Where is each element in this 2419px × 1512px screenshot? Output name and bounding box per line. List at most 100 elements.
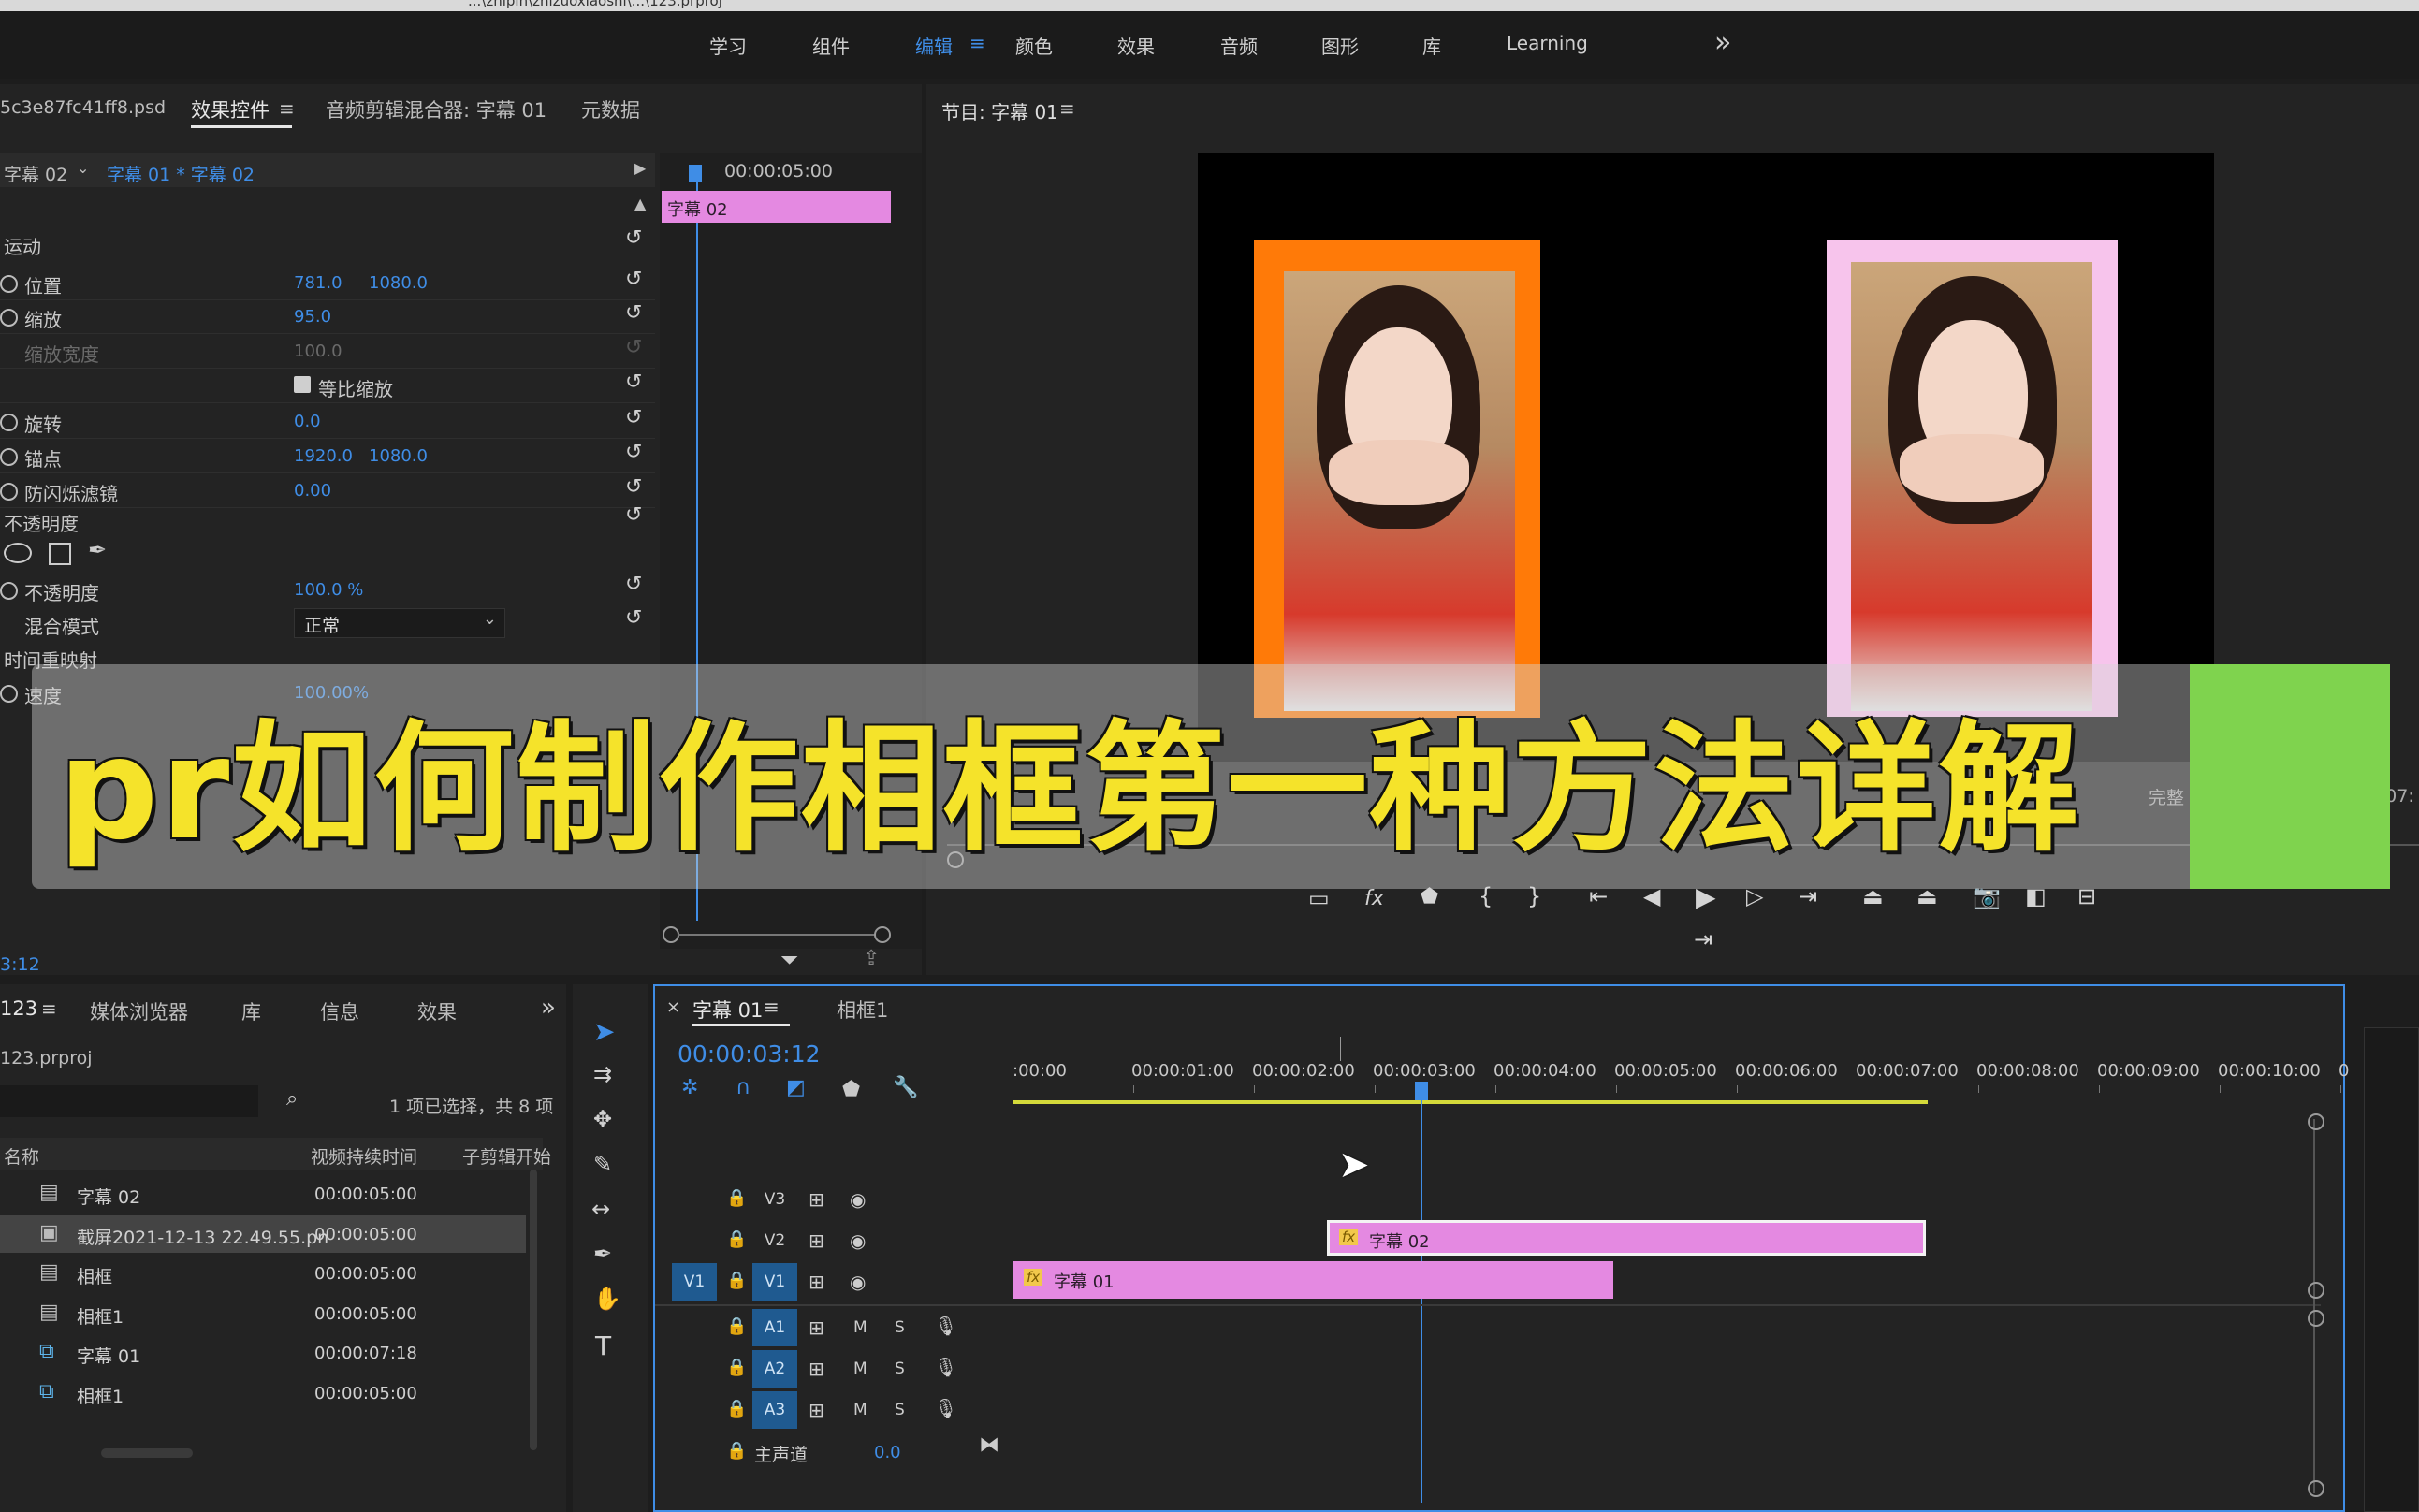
workspace-tab-0[interactable]: 学习 [709, 32, 747, 59]
workspace-tab-7[interactable]: 库 [1422, 32, 1441, 59]
source-file-tab[interactable]: 5c3e87fc41ff8.psd [0, 97, 166, 118]
prop-value-1[interactable]: 781.0 [294, 273, 342, 293]
prop-value-1[interactable]: 1920.0 [294, 446, 353, 466]
list-item[interactable]: ▤ 字幕 02 00:00:05:00 [0, 1175, 526, 1213]
master-end-icon[interactable]: ⧓ [979, 1433, 999, 1457]
solo-button[interactable]: S [895, 1318, 905, 1337]
list-item[interactable]: ▣ 截屏2021-12-13 22.49.55.pn 00:00:05:00 [0, 1214, 526, 1253]
col-name[interactable]: 名称 [4, 1143, 39, 1169]
uniform-scale-checkbox[interactable] [294, 376, 311, 393]
project-search-input[interactable] [0, 1085, 258, 1117]
clip-selector[interactable]: 字幕 02 [4, 161, 67, 186]
col-subclip-start[interactable]: 子剪辑开始 [462, 1143, 551, 1169]
eye-icon[interactable]: ◉ [850, 1188, 866, 1211]
track-select-icon[interactable]: ⇉ [593, 1061, 612, 1087]
collapse-up-icon[interactable]: ▲ [634, 195, 646, 212]
lock-icon[interactable]: 🔒 [726, 1271, 747, 1290]
timeline-playhead-head[interactable] [1415, 1082, 1428, 1100]
ripple-edit-icon[interactable]: ✥ [593, 1106, 612, 1132]
col-duration[interactable]: 视频持续时间 [311, 1143, 417, 1169]
stopwatch-icon[interactable] [0, 275, 18, 293]
tab-info[interactable]: 信息 [320, 997, 359, 1025]
project-menu-icon[interactable]: ≡ [41, 997, 57, 1020]
tab-audio-mixer[interactable]: 音频剪辑混合器: 字幕 01 [326, 95, 546, 124]
stopwatch-icon[interactable] [0, 414, 18, 431]
tab-effect-controls[interactable]: 效果控件 [191, 95, 270, 124]
project-scrollbar[interactable] [530, 1170, 537, 1450]
reset-icon[interactable]: ↺ [625, 301, 642, 325]
workspace-tab-2[interactable]: 编辑 [915, 32, 953, 59]
project-hscroll[interactable] [101, 1448, 193, 1458]
lock-icon[interactable]: 🔒 [726, 1188, 747, 1208]
mini-playhead-head[interactable] [689, 165, 702, 182]
mic-icon[interactable]: 🎙 [934, 1397, 957, 1419]
stopwatch-icon[interactable] [0, 685, 18, 703]
source-patch-v1[interactable]: V1 [672, 1263, 717, 1301]
reset-icon[interactable]: ↺ [625, 336, 642, 359]
tab-metadata[interactable]: 元数据 [581, 95, 640, 124]
rect-mask-icon[interactable] [49, 543, 71, 565]
hand-icon[interactable]: ✋ [593, 1286, 621, 1312]
clip-path-link[interactable]: 字幕 01 * 字幕 02 [107, 161, 255, 186]
solo-button[interactable]: S [895, 1359, 905, 1378]
workspace-tab-3[interactable]: 颜色 [1015, 32, 1053, 59]
timeline-timecode[interactable]: 00:00:03:12 [678, 1040, 821, 1068]
tab-sequence-active[interactable]: 字幕 01 [692, 996, 763, 1024]
tab-media-browser[interactable]: 媒体浏览器 [90, 997, 188, 1025]
vscroll-mid[interactable] [2308, 1282, 2324, 1299]
reset-icon[interactable]: ↺ [625, 371, 642, 394]
track-target-A3[interactable]: A3 [752, 1391, 797, 1429]
sync-lock-icon[interactable]: ⊞ [809, 1188, 824, 1211]
lock-icon[interactable]: 🔒 [726, 1399, 747, 1418]
more-panels-icon[interactable]: » [541, 994, 556, 1022]
eye-icon[interactable]: ◉ [850, 1271, 866, 1293]
reset-icon[interactable]: ↺ [625, 475, 642, 499]
insert-icon[interactable]: ⇥ [1694, 926, 1712, 952]
list-item[interactable]: ⧉ 相框1 00:00:05:00 [0, 1374, 526, 1412]
mute-button[interactable]: M [853, 1401, 867, 1419]
play-only-icon[interactable]: ▶ [634, 159, 646, 177]
pen-icon[interactable]: ✒ [593, 1241, 612, 1267]
razor-icon[interactable]: ✎ [593, 1151, 612, 1177]
workspace-tab-8[interactable]: Learning [1507, 32, 1588, 54]
ellipse-mask-icon[interactable] [4, 543, 32, 563]
mic-icon[interactable]: 🎙 [934, 1315, 957, 1337]
prop-value-1[interactable]: 0.0 [294, 412, 321, 431]
fx-icon[interactable]: fx [1364, 887, 1384, 910]
eye-icon[interactable]: ◉ [850, 1229, 866, 1252]
stopwatch-icon[interactable] [0, 582, 18, 600]
sync-lock-icon[interactable]: ⊞ [809, 1316, 824, 1339]
list-item[interactable]: ⧉ 字幕 01 00:00:07:18 [0, 1334, 526, 1372]
solo-button[interactable]: S [895, 1401, 905, 1419]
reset-icon[interactable]: ↺ [625, 503, 642, 527]
vscroll-top[interactable] [2308, 1113, 2324, 1130]
work-area-bar[interactable] [1013, 1100, 1928, 1104]
sync-lock-icon[interactable]: ⊞ [809, 1399, 824, 1421]
export-icon[interactable]: ⇪ [863, 947, 880, 970]
list-item[interactable]: ▤ 相框1 00:00:05:00 [0, 1295, 526, 1332]
stopwatch-icon[interactable] [0, 448, 18, 466]
tab-sequence-2[interactable]: 相框1 [837, 996, 888, 1024]
workspace-menu-icon[interactable]: ≡ [969, 32, 985, 54]
slip-icon[interactable]: ↔ [591, 1196, 610, 1222]
vscroll-bottom[interactable] [2308, 1480, 2324, 1497]
mini-scroll-track[interactable] [678, 934, 876, 936]
track-target-A1[interactable]: A1 [752, 1309, 797, 1346]
workspace-tab-6[interactable]: 图形 [1321, 32, 1359, 59]
lock-icon[interactable]: 🔒 [726, 1229, 747, 1249]
reset-icon[interactable]: ↺ [625, 606, 642, 630]
workspace-tab-4[interactable]: 效果 [1117, 32, 1155, 59]
reset-icon[interactable]: ↺ [625, 226, 642, 250]
mini-scroll-right[interactable] [874, 926, 891, 943]
prop-value-1[interactable]: 0.00 [294, 481, 331, 501]
safe-margins-icon[interactable]: ▭ [1308, 885, 1330, 911]
program-menu-icon[interactable]: ≡ [1059, 97, 1075, 120]
timeline-vscroll[interactable] [2313, 1119, 2315, 1493]
sync-lock-icon[interactable]: ⊞ [809, 1271, 824, 1293]
selection-tool-icon[interactable]: ➤ [593, 1016, 615, 1047]
reset-icon[interactable]: ↺ [625, 406, 642, 429]
workspace-tab-5[interactable]: 音频 [1220, 32, 1258, 59]
reset-icon[interactable]: ↺ [625, 441, 642, 464]
filter-icon[interactable]: ⏷ [780, 947, 798, 973]
sequence-menu-icon[interactable]: ≡ [764, 996, 780, 1018]
